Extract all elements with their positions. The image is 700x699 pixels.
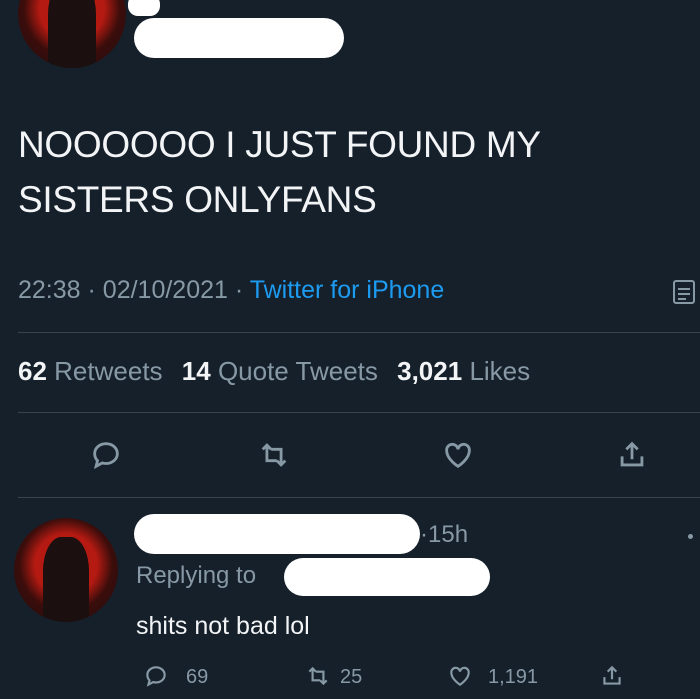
author-avatar[interactable]	[18, 0, 126, 68]
reply-retweet-count: 25	[340, 666, 363, 688]
tweet-source-link[interactable]: Twitter for iPhone	[250, 276, 445, 304]
tweet-text-line-2: SISTERS ONLYFANS	[18, 179, 377, 220]
tweet-stats: 62 Retweets 14 Quote Tweets 3,021 Likes	[18, 356, 542, 387]
author-name-redacted	[128, 0, 160, 16]
meta-separator: ·	[234, 276, 244, 304]
replying-to-label: Replying to	[136, 562, 257, 589]
tweet-time: 22:38	[18, 276, 81, 304]
reply-reply-icon[interactable]	[136, 656, 176, 696]
replying-to-handle-redacted[interactable]	[284, 558, 490, 596]
reply-author-name-redacted	[134, 514, 420, 554]
reply-retweet-icon[interactable]	[298, 656, 338, 696]
reply-icon[interactable]	[86, 435, 126, 475]
reply-author-avatar[interactable]	[14, 518, 118, 622]
retweet-icon[interactable]	[254, 435, 294, 475]
quote-tweets-stat[interactable]: 14 Quote Tweets	[182, 356, 378, 386]
tweet-date: 02/10/2021	[102, 276, 228, 304]
reply-text: shits not bad lol	[136, 612, 310, 640]
analytics-icon[interactable]	[672, 278, 696, 306]
tweet-text: NOOOOOO I JUST FOUND MY SISTERS ONLYFANS	[18, 117, 658, 227]
tweet-meta: 22:38 · 02/10/2021 · Twitter for iPhone	[18, 276, 444, 305]
reply-timestamp[interactable]: ·15h	[420, 521, 468, 549]
reply-like-icon[interactable]	[440, 656, 480, 696]
retweets-stat[interactable]: 62 Retweets	[18, 356, 163, 386]
author-handle-redacted	[134, 18, 344, 58]
divider	[18, 412, 700, 413]
reply-reply-count: 69	[186, 666, 209, 688]
tweet-text-line-1: NOOOOOO I JUST FOUND MY	[18, 124, 541, 165]
likes-stat[interactable]: 3,021 Likes	[397, 356, 530, 386]
meta-separator: ·	[87, 276, 96, 304]
reply-like-count: 1,191	[488, 666, 539, 688]
more-options-icon[interactable]	[688, 534, 693, 539]
divider	[18, 497, 700, 498]
divider	[18, 332, 700, 333]
like-icon[interactable]	[438, 435, 478, 475]
reply-share-icon[interactable]	[592, 656, 632, 696]
share-icon[interactable]	[612, 435, 652, 475]
